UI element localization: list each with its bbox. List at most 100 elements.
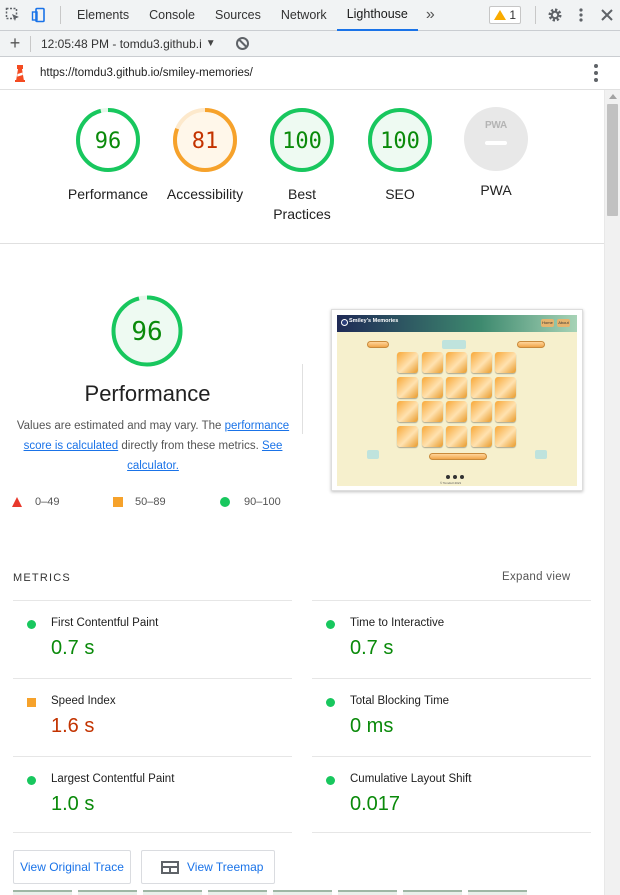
lighthouse-logo-icon — [13, 64, 27, 82]
metric-time-to-interactive: Time to Interactive 0.7 s — [312, 600, 591, 678]
tab-sources[interactable]: Sources — [205, 0, 271, 31]
filmstrip-frame — [143, 890, 202, 895]
screenshot-memory-tile — [421, 352, 443, 373]
screenshot-memory-tile — [446, 376, 467, 398]
report-menu-icon[interactable] — [594, 64, 598, 82]
legend-range: 50–89 — [135, 496, 166, 508]
performance-score: 96 — [131, 317, 162, 347]
pass-circle-icon — [326, 698, 335, 707]
legend-range: 0–49 — [35, 496, 60, 508]
tab-elements[interactable]: Elements — [67, 0, 139, 31]
scroll-up-arrow-icon[interactable] — [609, 94, 617, 99]
metric-name: Cumulative Layout Shift — [350, 773, 472, 785]
treemap-icon — [161, 860, 179, 874]
metric-value: 0.017 — [350, 793, 401, 815]
toolbar-divider — [30, 35, 31, 52]
filmstrip-frame — [273, 890, 332, 895]
screenshot-pill — [367, 341, 389, 348]
tab-console[interactable]: Console — [139, 0, 205, 31]
lighthouse-report-toolbar: + 12:05:48 PM - tomdu3.github.i ▼ — [0, 31, 620, 57]
metric-cumulative-layout-shift: Cumulative Layout Shift 0.017 — [312, 756, 591, 834]
pass-circle-icon — [27, 620, 36, 629]
pass-circle-icon — [220, 497, 230, 507]
screenshot-memory-tile — [397, 425, 418, 447]
warnings-badge[interactable]: 1 — [489, 6, 521, 24]
screenshot-nav-button: About — [557, 319, 570, 327]
legend-range: 90–100 — [244, 496, 281, 508]
gauge-performance[interactable]: 96 Performance — [58, 107, 158, 204]
report-selector[interactable]: 12:05:48 PM - tomdu3.github.i ▼ — [41, 37, 216, 51]
metric-name: Speed Index — [51, 695, 116, 707]
screenshot-memory-tile — [446, 425, 467, 447]
metric-name: Largest Contentful Paint — [51, 773, 175, 785]
pwa-badge-text: PWA — [485, 120, 507, 131]
metric-name: Total Blocking Time — [350, 695, 450, 707]
screenshot-memory-tile — [421, 425, 443, 447]
final-screenshot[interactable]: Smiley's Memories Home About © Tomdu3 20… — [331, 309, 583, 491]
filmstrip-frame — [13, 890, 72, 895]
screenshot-badge — [442, 340, 466, 349]
expand-view-toggle[interactable]: Expand view — [502, 571, 571, 583]
filmstrip-frame — [78, 890, 137, 895]
screenshot-memory-tile — [470, 352, 492, 373]
metric-value: 0 ms — [350, 715, 394, 737]
gauge-label: Accessibility — [166, 186, 244, 202]
fail-triangle-icon — [12, 497, 22, 507]
section-divider — [302, 364, 303, 434]
screenshot-memory-tile — [495, 401, 516, 422]
screenshot-page: Smiley's Memories Home About © Tomdu3 20… — [337, 315, 577, 486]
view-original-trace-button[interactable]: View Original Trace — [13, 850, 131, 884]
inspect-element-icon[interactable] — [0, 0, 26, 31]
filmstrip-frame — [468, 890, 527, 895]
clear-reports-icon[interactable] — [235, 37, 249, 50]
scrollbar-thumb[interactable] — [607, 104, 618, 216]
gauge-label: Performance — [67, 186, 149, 202]
vertical-scrollbar[interactable] — [604, 90, 620, 895]
pass-circle-icon — [27, 776, 36, 785]
toolbar-divider — [60, 6, 61, 24]
report-content: 96 Performance 81 Accessibility 100 Best… — [0, 90, 604, 895]
screenshot-footer: © Tomdu3 2021 — [440, 481, 462, 485]
settings-gear-icon[interactable] — [542, 0, 568, 31]
audited-url[interactable]: https://tomdu3.github.io/smiley-memories… — [40, 67, 253, 79]
screenshot-button — [367, 450, 379, 459]
close-devtools-icon[interactable] — [594, 0, 620, 31]
screenshot-pill — [517, 341, 545, 348]
metrics-header: METRICS — [13, 572, 71, 584]
performance-title: Performance — [84, 381, 211, 406]
screenshot-social-icons — [446, 475, 464, 479]
legend-average: 50–89 — [113, 494, 166, 510]
gauge-best-practices[interactable]: 100 Best Practices — [252, 107, 352, 224]
warning-count: 1 — [509, 8, 516, 22]
screenshot-memory-tile — [470, 376, 492, 398]
desc-text: Values are estimated and may vary. The — [16, 420, 225, 432]
screenshot-logo-icon — [341, 319, 348, 326]
legend-fail: 0–49 — [12, 494, 59, 510]
screenshot-pill — [429, 453, 487, 460]
tab-lighthouse[interactable]: Lighthouse — [336, 0, 418, 31]
metric-value: 1.6 s — [51, 715, 95, 737]
metric-name: First Contentful Paint — [51, 617, 159, 629]
metric-divider — [13, 832, 292, 833]
tab-network[interactable]: Network — [271, 0, 337, 31]
screenshot-memory-tile — [446, 401, 467, 422]
gauge-accessibility[interactable]: 81 Accessibility — [155, 107, 255, 204]
more-tabs-button[interactable]: » — [418, 6, 443, 24]
metric-value: 1.0 s — [51, 793, 95, 815]
metric-name: Time to Interactive — [350, 617, 445, 629]
new-report-button[interactable]: + — [0, 33, 30, 54]
gauge-seo[interactable]: 100 SEO — [350, 107, 450, 204]
pass-circle-icon — [326, 620, 335, 629]
pwa-badge[interactable]: PWA — [464, 107, 528, 171]
view-treemap-button[interactable]: View Treemap — [141, 850, 275, 884]
customize-menu-icon[interactable] — [568, 0, 594, 31]
filmstrip-frame — [338, 890, 397, 895]
screenshot-memory-tile — [470, 401, 492, 422]
devtools-tab-bar: Elements Console Sources Network Lightho… — [0, 0, 620, 31]
performance-description: Values are estimated and may vary. The p… — [8, 416, 298, 476]
toolbar-divider — [535, 6, 536, 24]
gauge-score: 100 — [380, 129, 420, 154]
filmstrip-frame — [403, 890, 462, 895]
device-toolbar-icon[interactable] — [26, 0, 52, 31]
performance-large-gauge: 96 — [110, 294, 184, 373]
